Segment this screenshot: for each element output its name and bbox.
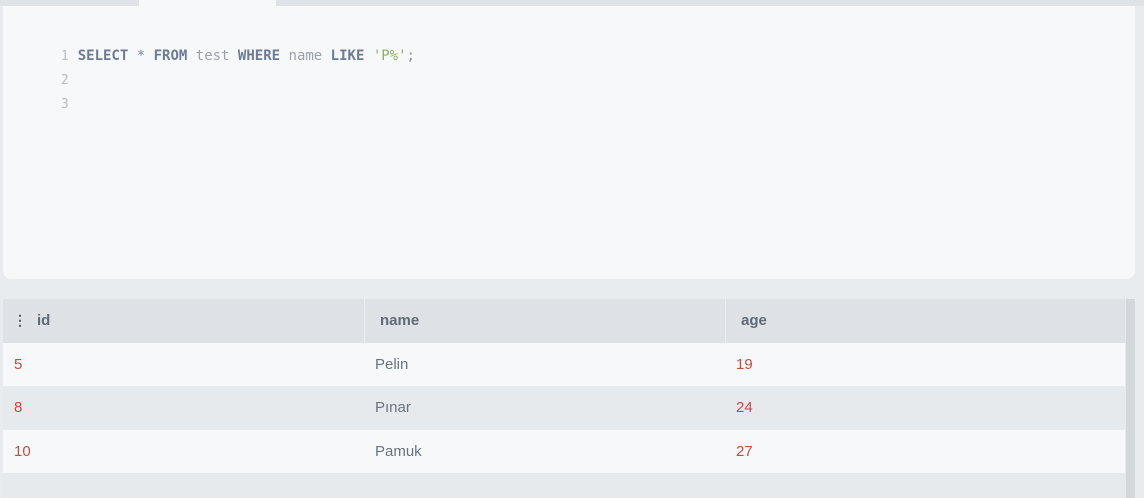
sql-editor[interactable]: 1 SELECT * FROM test WHERE name LIKE 'P%'… (3, 6, 1135, 279)
table-identifier: test (195, 48, 230, 64)
code-line-1[interactable]: 1 SELECT * FROM test WHERE name LIKE 'P%'… (3, 20, 415, 64)
code-line-3[interactable]: 3 (3, 68, 69, 112)
column-header-label: id (37, 312, 51, 329)
cell-name: Pelin (375, 356, 409, 373)
cell-name: Pamuk (375, 443, 422, 460)
keyword-where: WHERE (237, 48, 281, 64)
keyword-from: FROM (153, 48, 188, 64)
cell-id: 10 (14, 443, 31, 460)
string-literal: 'P%' (372, 48, 407, 64)
table-row[interactable]: 5 Pelin 19 (3, 343, 1125, 386)
cell-id: 8 (14, 399, 23, 416)
line-number: 3 (60, 97, 69, 112)
column-identifier: name (288, 48, 323, 64)
vertical-scrollbar[interactable] (1126, 299, 1135, 498)
table-row[interactable]: 10 Pamuk 27 (3, 430, 1125, 473)
keyword-select: SELECT (77, 48, 129, 64)
code-text[interactable]: SELECT * FROM test WHERE name LIKE 'P%'; (78, 44, 415, 68)
column-header-label: age (741, 312, 767, 329)
results-grid[interactable]: ⋮ id name age 5 Pelin 19 8 Pınar 24 10 P… (3, 299, 1135, 498)
keyword-like: LIKE (330, 48, 365, 64)
table-row[interactable]: 8 Pınar 24 (3, 386, 1125, 429)
statement-terminator: ; (406, 48, 415, 64)
column-header-age[interactable]: age (726, 299, 1125, 343)
cell-id: 5 (14, 356, 23, 373)
results-header-row: ⋮ id name age (3, 299, 1125, 343)
wildcard-operator: * (136, 48, 146, 64)
code-line-2[interactable]: 2 (3, 44, 69, 88)
column-header-name[interactable]: name (365, 299, 726, 343)
column-header-id[interactable]: id (3, 299, 365, 343)
column-header-label: name (380, 312, 420, 329)
cell-name: Pınar (375, 399, 411, 416)
cell-age: 27 (736, 443, 753, 460)
cell-age: 24 (736, 399, 753, 416)
cell-age: 19 (736, 356, 753, 373)
